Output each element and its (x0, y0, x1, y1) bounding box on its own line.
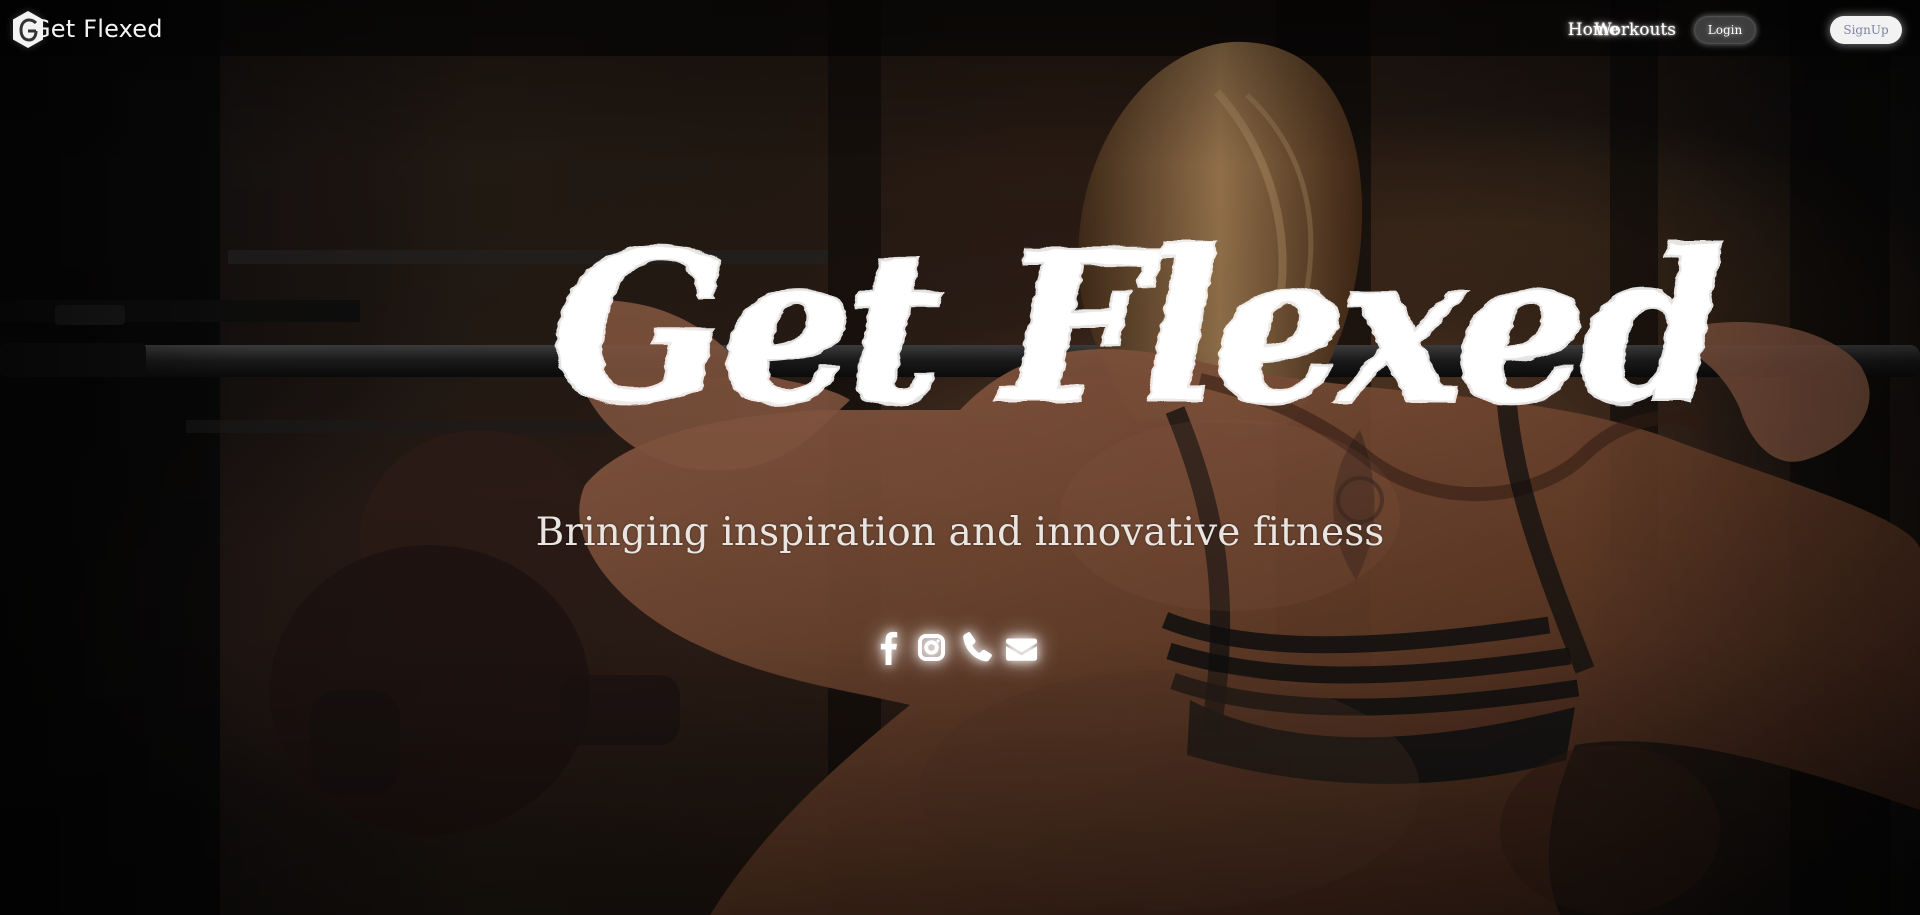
facebook-link[interactable] (880, 631, 898, 665)
envelope-icon (1006, 638, 1037, 661)
hero-title: Get Flexed (530, 150, 1730, 452)
email-link[interactable] (1006, 631, 1037, 665)
instagram-icon (918, 634, 945, 661)
phone-link[interactable] (962, 631, 992, 665)
hero-title-brush-text: Get Flexed (550, 205, 1730, 452)
brand-logo[interactable]: Get Flexed (11, 10, 163, 49)
phone-icon (963, 632, 992, 662)
brand-name: Get Flexed (32, 14, 163, 43)
signup-button[interactable]: SignUp (1830, 16, 1902, 44)
hero-subtitle: Bringing inspiration and innovative fitn… (535, 510, 1385, 555)
nav-workouts-link[interactable]: Workouts (1594, 22, 1676, 39)
social-icons (873, 631, 1048, 667)
login-button[interactable]: Login (1694, 16, 1756, 44)
hexagon-logo-icon (13, 11, 43, 48)
background-overlay (0, 0, 1920, 915)
hero-section: Get Flexed Home Workouts Login SignUp Ge… (0, 0, 1920, 915)
instagram-link[interactable] (918, 631, 945, 665)
gym-background-image (0, 0, 1920, 915)
facebook-icon (880, 631, 898, 665)
hero-title-text: Get Flexed (552, 207, 1721, 449)
